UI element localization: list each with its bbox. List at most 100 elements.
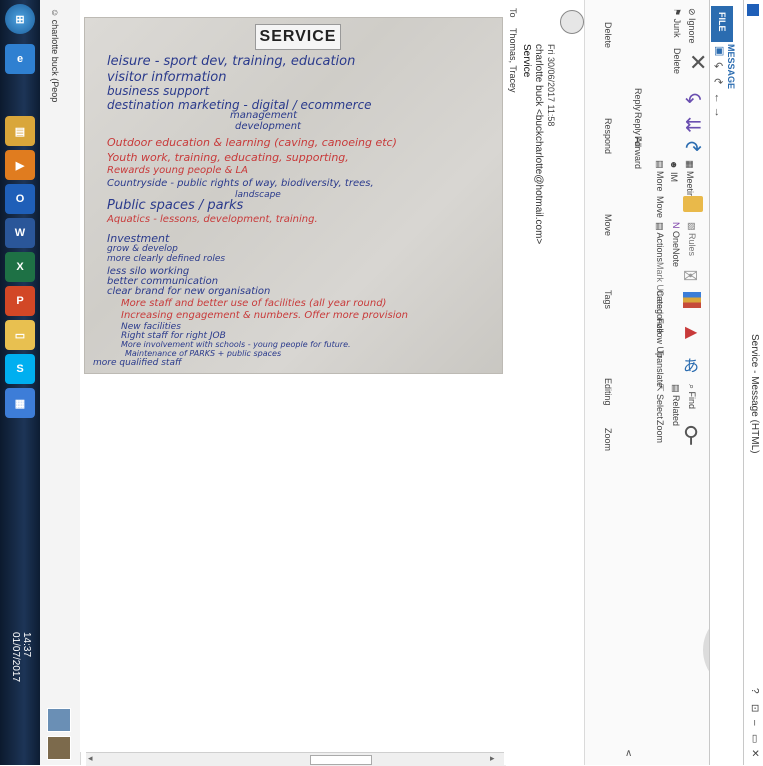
close-button[interactable]: ✕ bbox=[749, 749, 760, 757]
im-button[interactable]: ☻ IM bbox=[669, 160, 679, 182]
photo-line: Increasing engagement & numbers. Offer m… bbox=[121, 310, 408, 321]
excel-icon[interactable]: X bbox=[5, 252, 35, 282]
photo-line: visitor information bbox=[107, 70, 227, 85]
powerpoint-icon[interactable]: P bbox=[5, 286, 35, 316]
reply-button[interactable]: Reply bbox=[633, 88, 643, 111]
message-from[interactable]: charlotte buck <buckcharlotte@hotmail.co… bbox=[533, 44, 544, 244]
reply-all-icon[interactable]: ⇇ bbox=[685, 112, 702, 137]
follow-up-icon[interactable]: ▶ bbox=[685, 322, 697, 342]
photo-line: More involvement with schools - young pe… bbox=[121, 340, 351, 349]
translate-icon[interactable]: あ bbox=[683, 352, 699, 376]
delete-button[interactable]: Delete bbox=[672, 48, 682, 74]
actions-button[interactable]: ▤ Actions bbox=[654, 222, 665, 262]
move-group-label: Move bbox=[603, 214, 613, 237]
photo-line: Aquatics - lessons, development, trainin… bbox=[107, 214, 318, 225]
photo-line: More staff and better use of facilities … bbox=[121, 298, 387, 309]
zoom-icon[interactable]: ⚲ bbox=[683, 422, 699, 448]
zoom-button[interactable]: Zoom bbox=[655, 420, 665, 443]
scroll-left-arrow[interactable]: ◂ bbox=[88, 753, 93, 764]
media-player-icon[interactable]: ▶ bbox=[5, 150, 35, 180]
ignore-icon: ⊘ bbox=[687, 8, 697, 19]
delete-icon[interactable]: ✕ bbox=[689, 50, 707, 76]
find-button[interactable]: ⌕ Find bbox=[686, 384, 697, 409]
people-pane-contact[interactable]: ☺ charlotte buck (Peop bbox=[50, 8, 60, 102]
collapse-ribbon-icon[interactable]: ∧ bbox=[625, 748, 632, 759]
people-pane: ☺ charlotte buck (Peop bbox=[40, 0, 81, 765]
photo-heading: SERVICE bbox=[255, 24, 341, 50]
scroll-thumb[interactable] bbox=[310, 755, 372, 765]
more-button[interactable]: ▤ More bbox=[654, 160, 665, 192]
more-icon: ▤ bbox=[655, 160, 665, 172]
onenote-icon: N bbox=[671, 222, 681, 231]
select-button[interactable]: ⇱ Select bbox=[654, 384, 665, 419]
ribbon-display-button[interactable]: ⊡ bbox=[749, 704, 760, 712]
move-button[interactable]: Move bbox=[655, 196, 665, 218]
photo-line: more qualified staff bbox=[93, 358, 182, 368]
photo-line: leisure - sport dev, training, education bbox=[107, 54, 356, 69]
photo-line: Rewards young people & LA bbox=[107, 165, 248, 176]
redo-icon[interactable]: ↷ bbox=[714, 76, 723, 89]
maximize-button[interactable]: ▭ bbox=[749, 734, 760, 743]
rules-button[interactable]: ▧ Rules bbox=[686, 222, 697, 256]
photo-line: more clearly defined roles bbox=[107, 254, 226, 264]
scroll-right-arrow[interactable]: ▸ bbox=[490, 753, 495, 764]
window-title: Service - Message (HTML) bbox=[749, 334, 760, 454]
horizontal-scrollbar[interactable]: ◂ ▸ bbox=[86, 752, 506, 766]
message-date: Fri 30/06/2017 11:58 bbox=[546, 44, 556, 127]
file-explorer-icon[interactable]: ▤ bbox=[5, 116, 35, 146]
find-icon: ⌕ bbox=[687, 384, 697, 392]
document-icon[interactable]: ▦ bbox=[5, 388, 35, 418]
up-arrow-icon[interactable]: ↑ bbox=[714, 92, 720, 104]
tab-message[interactable]: MESSAGE bbox=[726, 44, 736, 89]
respond-group-label: Respond bbox=[603, 118, 613, 155]
minimize-button[interactable]: – bbox=[749, 720, 760, 726]
onenote-button[interactable]: N OneNote bbox=[671, 222, 681, 267]
forward-button[interactable]: Forward bbox=[633, 136, 643, 169]
contact-photo-thumb-2[interactable] bbox=[47, 736, 71, 760]
to-label: To bbox=[508, 8, 518, 18]
save-icon[interactable]: ▣ bbox=[714, 44, 724, 57]
contact-photo-thumb[interactable] bbox=[47, 708, 71, 732]
related-icon: ▤ bbox=[671, 384, 681, 396]
photo-line: management bbox=[230, 110, 297, 121]
reply-icon[interactable]: ↶ bbox=[685, 88, 702, 113]
photo-line: grow & develop bbox=[107, 244, 178, 254]
categorize-icon[interactable] bbox=[683, 292, 701, 308]
photo-line: development bbox=[235, 121, 301, 132]
tags-group-label: Tags bbox=[603, 290, 613, 310]
people-icon: ☺ bbox=[50, 8, 60, 20]
message-to[interactable]: Thomas, Tracey bbox=[508, 28, 518, 93]
mark-unread-icon[interactable]: ✉ bbox=[683, 266, 698, 287]
photo-line: business support bbox=[107, 84, 210, 98]
start-button[interactable]: ⊞ bbox=[5, 4, 35, 34]
clock-time: 14:37 bbox=[21, 632, 32, 658]
windows-taskbar: ⊞ e ▤ ▶ O W X P ▭ S ▦ 14:37 01/07/2017 bbox=[0, 0, 40, 765]
skype-icon[interactable]: S bbox=[5, 354, 35, 384]
down-arrow-icon[interactable]: ↓ bbox=[714, 106, 720, 118]
folder-icon[interactable]: ▭ bbox=[5, 320, 35, 350]
tab-file[interactable]: FILE bbox=[711, 6, 733, 42]
ignore-button[interactable]: ⊘ Ignore bbox=[686, 8, 697, 44]
translate-button[interactable]: Translate bbox=[655, 350, 665, 387]
system-tray: 14:37 01/07/2017 bbox=[2, 632, 38, 762]
people-pane-name: charlotte buck (Peop bbox=[50, 19, 60, 103]
undo-icon[interactable]: ↶ bbox=[714, 60, 723, 73]
outlook-icon[interactable]: O bbox=[5, 184, 35, 214]
related-button[interactable]: ▤ Related bbox=[670, 384, 681, 426]
move-icon[interactable] bbox=[683, 196, 703, 212]
meeting-icon: ▦ bbox=[685, 160, 695, 172]
photo-line: Maintenance of PARKS + public spaces bbox=[125, 349, 282, 358]
im-icon: ☻ bbox=[669, 160, 679, 172]
photo-line: clear brand for new organisation bbox=[107, 286, 271, 297]
actions-icon: ▤ bbox=[655, 222, 665, 233]
photo-line: Public spaces / parks bbox=[107, 198, 244, 213]
clock-date: 01/07/2017 bbox=[10, 632, 21, 683]
forward-icon[interactable]: ↷ bbox=[685, 136, 702, 161]
word-icon[interactable]: W bbox=[5, 218, 35, 248]
internet-explorer-icon[interactable]: e bbox=[5, 44, 35, 74]
editing-group-label: Editing bbox=[603, 378, 613, 406]
delete-group-label: Delete bbox=[603, 22, 613, 49]
flipchart-photo: SERVICE leisure - sport dev, training, e… bbox=[84, 17, 503, 374]
help-button[interactable]: ? bbox=[749, 688, 760, 694]
junk-button[interactable]: ⚑ Junk bbox=[671, 8, 682, 38]
